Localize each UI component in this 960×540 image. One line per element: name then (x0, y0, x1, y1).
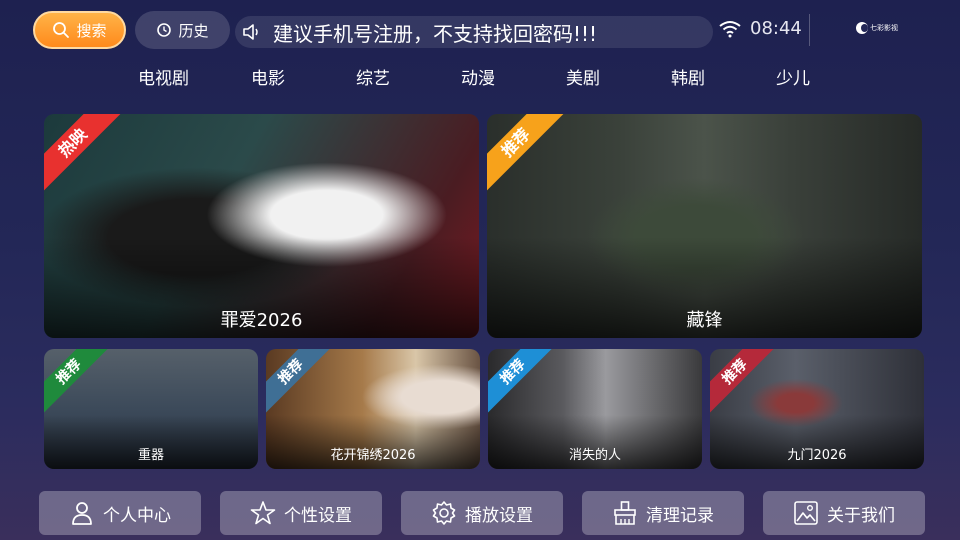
logo-mark-icon (856, 22, 868, 34)
search-button[interactable]: 搜索 (33, 11, 126, 49)
tab-us-series[interactable]: 美剧 (566, 64, 600, 89)
search-label: 搜索 (76, 21, 107, 40)
tab-kids[interactable]: 少儿 (776, 64, 810, 89)
card-title: 九门2026 (787, 448, 847, 463)
app-logo: 七彩影视 (856, 22, 898, 34)
button-label: 播放设置 (465, 505, 533, 526)
card-title: 消失的人 (568, 448, 621, 463)
history-button[interactable]: 历史 (135, 11, 230, 49)
broom-icon (614, 501, 636, 525)
tab-korean-series[interactable]: 韩剧 (671, 64, 705, 89)
recommend-card[interactable]: 推荐 重器 (44, 349, 258, 469)
personalization-button[interactable]: 个性设置 (220, 491, 382, 535)
card-title: 花开锦绣2026 (330, 448, 416, 463)
history-label: 历史 (178, 21, 209, 40)
tab-movies[interactable]: 电影 (251, 64, 285, 89)
about-us-button[interactable]: 关于我们 (763, 491, 925, 535)
button-label: 个性设置 (284, 505, 352, 526)
clear-records-button[interactable]: 清理记录 (582, 491, 744, 535)
playback-settings-button[interactable]: 播放设置 (401, 491, 563, 535)
button-label: 清理记录 (646, 505, 714, 526)
card-title: 藏锋 (686, 310, 723, 331)
clock-time: 08:44 (750, 18, 802, 39)
gear-icon (432, 501, 456, 525)
wifi-icon (719, 20, 741, 37)
recommend-card[interactable]: 推荐 花开锦绣2026 (266, 349, 480, 469)
image-icon (794, 501, 818, 525)
card-title: 罪爱2026 (220, 310, 303, 331)
search-icon (53, 22, 70, 38)
category-tabs: 电视剧 电影 综艺 动漫 美剧 韩剧 少儿 (0, 64, 960, 90)
button-label: 关于我们 (827, 505, 895, 526)
featured-card[interactable]: 热映 罪爱2026 (44, 114, 479, 338)
star-icon (250, 501, 276, 525)
tab-anime[interactable]: 动漫 (461, 64, 495, 89)
tab-variety[interactable]: 综艺 (356, 64, 390, 89)
clock-icon (157, 23, 172, 37)
status-area: 08:44 (718, 18, 802, 39)
featured-card[interactable]: 推荐 藏锋 (487, 114, 922, 338)
card-title: 重器 (137, 448, 164, 463)
logo-text: 七彩影视 (870, 24, 898, 32)
notice-text: 建议手机号注册，不支持找回密码!!! (273, 21, 598, 46)
top-bar: 搜索 历史 建议手机号注册，不支持找回密码!!! 08:44 七彩影视 (0, 0, 960, 60)
speaker-icon (243, 24, 258, 40)
recommend-card[interactable]: 推荐 九门2026 (710, 349, 924, 469)
tab-tv-series[interactable]: 电视剧 (138, 64, 189, 89)
button-label: 个人中心 (103, 505, 171, 526)
person-icon (72, 502, 92, 525)
notice-banner: 建议手机号注册，不支持找回密码!!! (235, 16, 713, 48)
personal-center-button[interactable]: 个人中心 (39, 491, 201, 535)
divider (809, 14, 810, 46)
recommend-card[interactable]: 推荐 消失的人 (488, 349, 702, 469)
